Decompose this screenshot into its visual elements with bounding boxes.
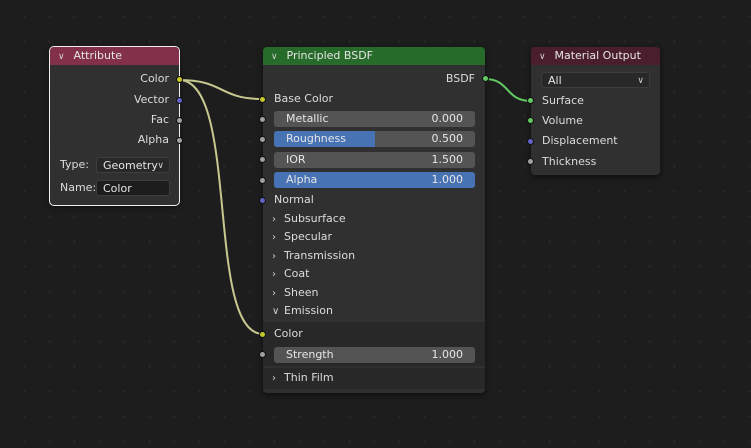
link-color-to-emission-color[interactable] bbox=[178, 79, 264, 335]
type-label: Type: bbox=[60, 158, 89, 171]
panel-sheen[interactable]: › Sheen bbox=[272, 284, 318, 302]
output-vector-socket[interactable] bbox=[176, 97, 183, 104]
ior-slider[interactable]: IOR 1.500 bbox=[274, 152, 475, 168]
chevron-down-icon: ∨ bbox=[637, 76, 644, 86]
output-node-header[interactable]: ∨ Material Output bbox=[531, 47, 660, 65]
attribute-node-header[interactable]: ∨ Attribute bbox=[50, 47, 179, 65]
type-dropdown-value: Geometry bbox=[103, 159, 158, 172]
name-label: Name: bbox=[60, 181, 97, 194]
panel-coat-label: Coat bbox=[284, 267, 310, 280]
input-volume-label: Volume bbox=[542, 114, 583, 127]
panel-emission-label: Emission bbox=[284, 304, 333, 317]
input-surface-label: Surface bbox=[542, 94, 584, 107]
panel-subsurface-label: Subsurface bbox=[284, 212, 346, 225]
emission-strength-value: 1.000 bbox=[431, 348, 464, 361]
input-normal-label: Normal bbox=[274, 193, 314, 206]
input-thickness-label: Thickness bbox=[542, 155, 597, 168]
input-thickness-socket[interactable] bbox=[527, 158, 534, 165]
input-roughness-socket[interactable] bbox=[259, 136, 266, 143]
chevron-right-icon: › bbox=[272, 214, 276, 225]
input-normal-socket[interactable] bbox=[259, 197, 266, 204]
link-bsdf-to-surface[interactable] bbox=[484, 78, 532, 102]
target-dropdown-value: All bbox=[548, 74, 562, 87]
collapse-chevron-icon[interactable]: ∨ bbox=[271, 48, 283, 66]
bsdf-node-header[interactable]: ∨ Principled BSDF bbox=[263, 47, 485, 65]
collapse-chevron-icon[interactable]: ∨ bbox=[539, 48, 551, 66]
output-fac-socket[interactable] bbox=[176, 117, 183, 124]
output-color-socket[interactable] bbox=[176, 76, 183, 83]
input-emission-color-label: Color bbox=[274, 327, 303, 340]
input-surface-socket[interactable] bbox=[527, 97, 534, 104]
output-bsdf-socket[interactable] bbox=[482, 75, 489, 82]
panel-thin-film[interactable]: › Thin Film bbox=[272, 369, 334, 387]
alpha-label: Alpha bbox=[286, 173, 318, 186]
input-metallic-socket[interactable] bbox=[259, 116, 266, 123]
name-input[interactable]: Color bbox=[96, 180, 170, 196]
emission-strength-label: Strength bbox=[286, 348, 334, 361]
input-base-color-label: Base Color bbox=[274, 92, 334, 105]
metallic-label: Metallic bbox=[286, 112, 329, 125]
panel-specular-label: Specular bbox=[284, 230, 333, 243]
output-fac-label: Fac bbox=[150, 113, 169, 126]
link-color-to-base-color[interactable] bbox=[178, 79, 264, 100]
panel-sheen-label: Sheen bbox=[284, 286, 319, 299]
type-dropdown[interactable]: Geometry ∨ bbox=[96, 157, 170, 173]
panel-subsurface[interactable]: › Subsurface bbox=[272, 210, 346, 228]
output-alpha-label: Alpha bbox=[137, 133, 169, 146]
ior-label: IOR bbox=[286, 153, 306, 166]
input-displacement-label: Displacement bbox=[542, 134, 618, 147]
output-node-title: Material Output bbox=[554, 49, 641, 62]
chevron-right-icon: › bbox=[272, 232, 276, 243]
collapse-chevron-icon[interactable]: ∨ bbox=[58, 48, 70, 66]
bsdf-node-title: Principled BSDF bbox=[286, 49, 374, 62]
input-alpha-socket[interactable] bbox=[259, 177, 266, 184]
chevron-right-icon: › bbox=[272, 269, 276, 280]
output-vector-label: Vector bbox=[133, 93, 169, 106]
panel-transmission[interactable]: › Transmission bbox=[272, 247, 355, 265]
panel-transmission-label: Transmission bbox=[284, 249, 356, 262]
principled-bsdf-node[interactable]: ∨ Principled BSDF BSDF Base Color Metall… bbox=[259, 47, 489, 393]
input-volume-socket[interactable] bbox=[527, 117, 534, 124]
metallic-value: 0.000 bbox=[431, 112, 464, 125]
chevron-right-icon: › bbox=[272, 288, 276, 299]
input-ior-socket[interactable] bbox=[259, 156, 266, 163]
panel-coat[interactable]: › Coat bbox=[272, 265, 309, 283]
alpha-slider[interactable]: Alpha 1.000 bbox=[274, 172, 475, 188]
chevron-down-icon: ∨ bbox=[272, 306, 280, 317]
input-emission-strength-socket[interactable] bbox=[259, 351, 266, 358]
target-dropdown[interactable]: All ∨ bbox=[541, 72, 650, 88]
material-output-node[interactable]: ∨ Material Output All ∨ Surface Volume D… bbox=[527, 47, 660, 175]
emission-strength-slider[interactable]: Strength 1.000 bbox=[274, 347, 475, 363]
chevron-right-icon: › bbox=[272, 251, 276, 262]
chevron-right-icon: › bbox=[272, 373, 276, 384]
input-emission-color-socket[interactable] bbox=[259, 331, 266, 338]
roughness-value: 0.500 bbox=[431, 132, 464, 145]
input-base-color-socket[interactable] bbox=[259, 96, 266, 103]
alpha-value: 1.000 bbox=[431, 173, 464, 186]
chevron-down-icon: ∨ bbox=[157, 161, 164, 171]
panel-thin-film-label: Thin Film bbox=[284, 371, 334, 384]
input-displacement-socket[interactable] bbox=[527, 138, 534, 145]
roughness-slider[interactable]: Roughness 0.500 bbox=[274, 131, 475, 147]
ior-value: 1.500 bbox=[431, 153, 464, 166]
panel-specular[interactable]: › Specular bbox=[272, 228, 332, 246]
output-alpha-socket[interactable] bbox=[176, 137, 183, 144]
output-color-label: Color bbox=[140, 72, 169, 85]
attribute-node[interactable]: ∨ Attribute Color Vector Fac Alpha Type:… bbox=[49, 46, 183, 206]
attribute-node-title: Attribute bbox=[73, 49, 123, 62]
roughness-label: Roughness bbox=[286, 132, 347, 145]
panel-emission[interactable]: ∨ Emission bbox=[272, 302, 333, 320]
metallic-slider[interactable]: Metallic 0.000 bbox=[274, 111, 475, 127]
output-bsdf-label: BSDF bbox=[445, 72, 475, 85]
